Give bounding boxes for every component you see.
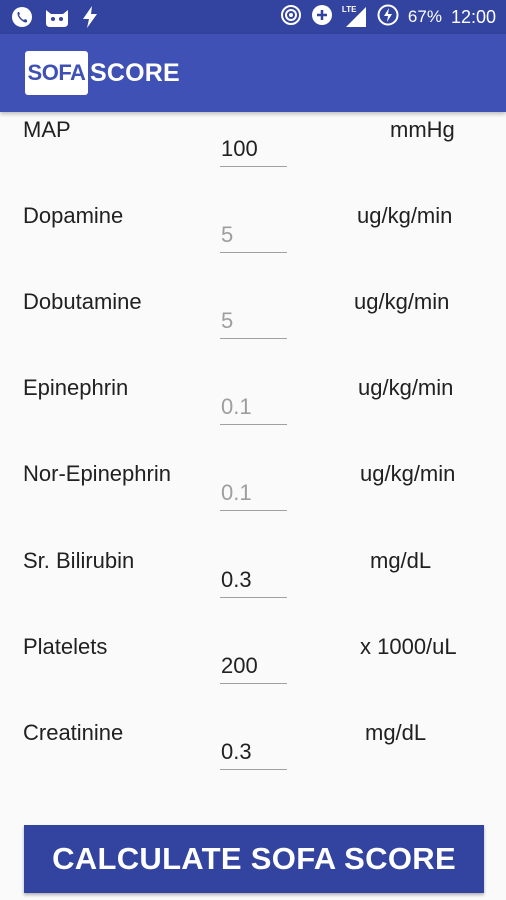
form-row-map: MAP 100 mmHg xyxy=(0,117,506,177)
platelets-input[interactable]: 200 xyxy=(220,648,287,684)
unit-label: ug/kg/min xyxy=(358,375,454,400)
unit-label: ug/kg/min xyxy=(357,203,453,228)
unit-label: mg/dL xyxy=(370,548,432,573)
form-row-platelets: Platelets 200 x 1000/uL xyxy=(0,634,506,694)
cat-icon xyxy=(44,6,70,33)
form-row-dopamine: Dopamine 5 ug/kg/min xyxy=(0,203,506,263)
unit-label: mg/dL xyxy=(365,720,427,745)
hotspot-icon xyxy=(280,4,302,31)
signal-icon: LTE xyxy=(342,5,368,29)
logo-box-text: SOFA xyxy=(25,51,88,95)
app-bar: SOFA SCORE xyxy=(0,34,506,112)
dobutamine-input[interactable]: 5 xyxy=(220,303,287,339)
dopamine-input[interactable]: 5 xyxy=(220,217,287,253)
whatsapp-icon xyxy=(10,5,34,34)
battery-percent: 67% xyxy=(407,7,442,26)
field-label: Dopamine xyxy=(23,203,124,228)
field-label: Epinephrin xyxy=(23,375,129,400)
form-row-creatinine: Creatinine 0.3 mg/dL xyxy=(0,720,506,780)
unit-label: mmHg xyxy=(390,117,455,142)
bilirubin-input[interactable]: 0.3 xyxy=(220,562,287,598)
map-input[interactable]: 100 xyxy=(220,131,287,167)
data-saver-icon xyxy=(311,4,333,31)
field-label: Sr. Bilirubin xyxy=(23,548,135,573)
flash-icon xyxy=(80,5,100,34)
status-bar: LTE 67% 12:00 xyxy=(0,0,506,34)
unit-label: ug/kg/min xyxy=(354,289,450,314)
app-logo: SOFA SCORE xyxy=(25,50,180,96)
clock: 12:00 xyxy=(450,6,496,27)
creatinine-input[interactable]: 0.3 xyxy=(220,734,287,770)
epinephrin-input[interactable]: 0.1 xyxy=(220,389,287,425)
nor-epinephrin-input[interactable]: 0.1 xyxy=(220,475,287,511)
network-type-label: LTE xyxy=(341,5,357,14)
logo-text: SCORE xyxy=(90,58,180,87)
form-row-nor-epinephrin: Nor-Epinephrin 0.1 ug/kg/min xyxy=(0,461,506,521)
field-label: Dobutamine xyxy=(23,289,142,314)
field-label: MAP xyxy=(23,117,71,142)
form-row-epinephrin: Epinephrin 0.1 ug/kg/min xyxy=(0,375,506,435)
form-row-dobutamine: Dobutamine 5 ug/kg/min xyxy=(0,289,506,349)
battery-icon xyxy=(377,4,399,31)
field-label: Creatinine xyxy=(23,720,124,745)
field-label: Nor-Epinephrin xyxy=(23,461,171,486)
calculate-sofa-score-button[interactable]: CALCULATE SOFA SCORE xyxy=(24,825,484,893)
unit-label: x 1000/uL xyxy=(360,634,457,659)
unit-label: ug/kg/min xyxy=(360,461,456,486)
field-label: Platelets xyxy=(23,634,108,659)
form-row-bilirubin: Sr. Bilirubin 0.3 mg/dL xyxy=(0,548,506,608)
